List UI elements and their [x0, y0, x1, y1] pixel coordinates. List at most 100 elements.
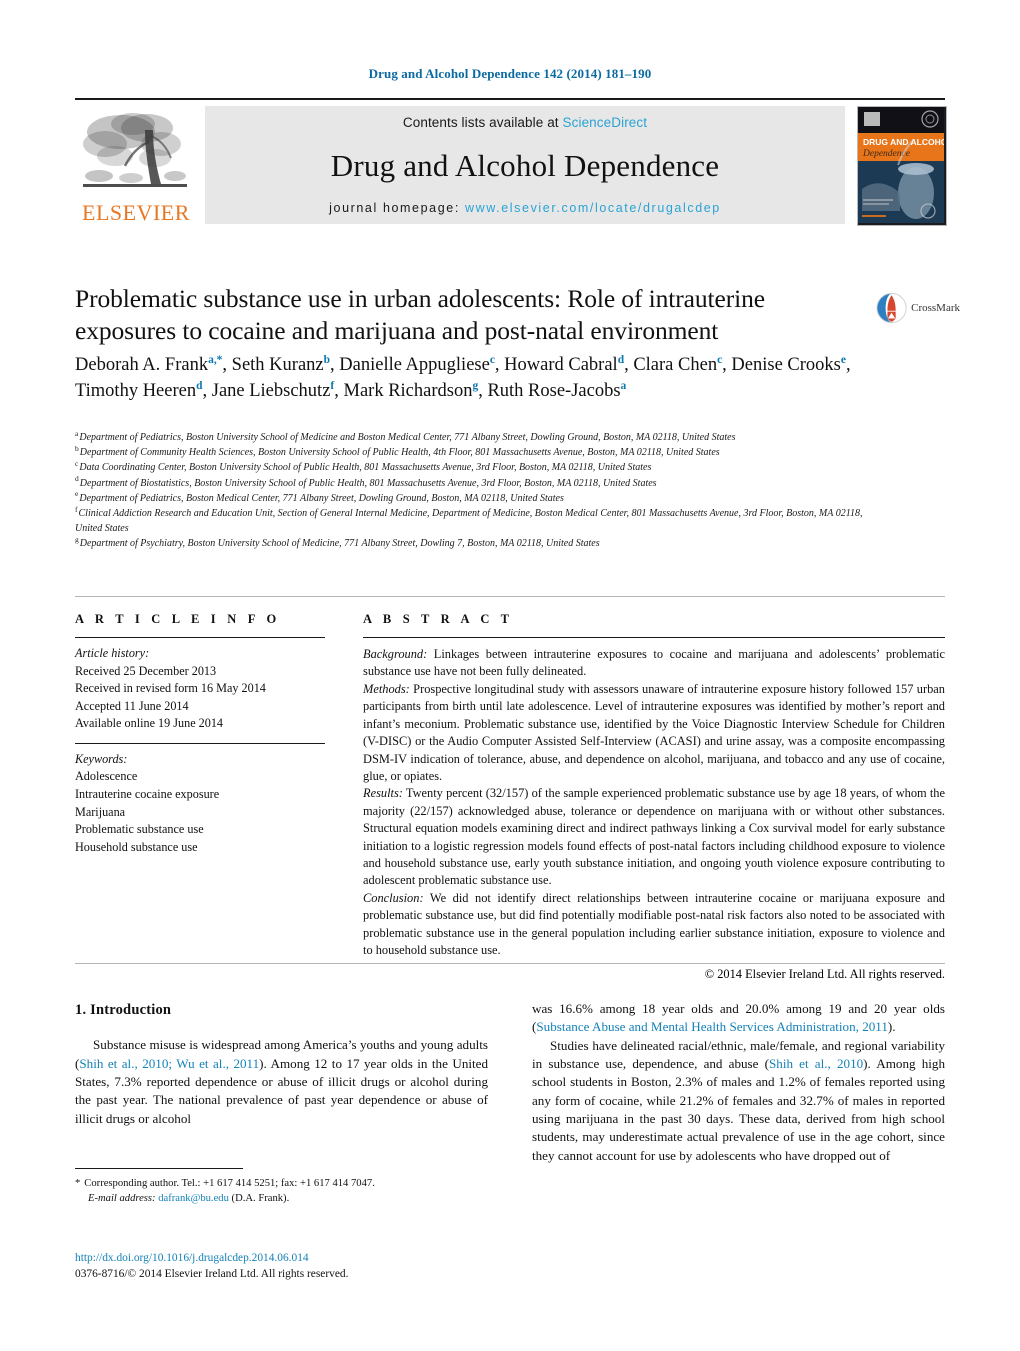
contents-lists-label: Contents lists available at [402, 115, 563, 130]
author-name: Danielle Appugliese [339, 355, 490, 375]
footnote-rule [75, 1168, 243, 1169]
keyword-item: Intrauterine cocaine exposure [75, 786, 220, 801]
abstract-section: Results: Twenty percent (32/157) of the … [363, 785, 945, 890]
author-affiliation-mark: g [472, 380, 479, 393]
article-info-heading: A R T I C L E I N F O [75, 612, 281, 626]
contents-lists-line: Contents lists available at ScienceDirec… [403, 115, 647, 130]
citation-link[interactable]: Substance Abuse and Mental Health Servic… [536, 1019, 888, 1034]
keywords-block: Keywords: Adolescence Intrauterine cocai… [75, 751, 325, 856]
author-name: Deborah A. Frank [75, 355, 209, 375]
abstract-section-label: Conclusion: [363, 890, 424, 905]
footnote-corresponding-text: Corresponding author. Tel.: +1 617 414 5… [84, 1178, 375, 1189]
citation-link[interactable]: Shih et al., 2010; Wu et al., 2011 [79, 1056, 259, 1071]
author-affiliation-mark: a,* [208, 353, 223, 366]
elsevier-wordmark: ELSEVIER [82, 200, 190, 225]
email-label: E-mail address: [88, 1193, 156, 1205]
doi-link[interactable]: http://dx.doi.org/10.1016/j.drugalcdep.2… [75, 1250, 575, 1266]
journal-cover-image: DRUG AND ALCOHOL Dependence [858, 107, 946, 223]
abstract-block: A B S T R A C T Background: Linkages bet… [363, 612, 945, 982]
elsevier-logo: ELSEVIER [75, 106, 195, 224]
author-list: Deborah A. Franka,*, Seth Kuranzb, Danie… [75, 353, 851, 402]
section-heading-introduction: 1. Introduction [75, 1002, 172, 1018]
author-name: Seth Kuranz [231, 355, 324, 375]
abstract-section-label: Background: [363, 647, 428, 661]
header-top-rule [75, 98, 945, 100]
corresponding-author-footnote: * Corresponding author. Tel.: +1 617 414 … [75, 1176, 495, 1207]
author-affiliation-mark: c [489, 353, 495, 366]
intro-paragraph-1-cont: was 16.6% among 18 year olds and 20.0% a… [532, 1000, 945, 1037]
journal-title: Drug and Alcohol Dependence [330, 148, 720, 183]
affiliation-item: dDepartment of Biostatistics, Boston Uni… [75, 474, 657, 489]
issn-copyright-line: 0376-8716/© 2014 Elsevier Ireland Ltd. A… [75, 1268, 349, 1281]
intro-p1-cont-text-b: ). [887, 1019, 896, 1035]
journal-banner: Contents lists available at ScienceDirec… [205, 106, 845, 224]
abstract-body: Background: Linkages between intrauterin… [363, 646, 945, 960]
author-name: Jane Liebschutz [211, 381, 331, 402]
info-section-bottom-rule [75, 963, 945, 964]
affiliation-mark: d [75, 474, 79, 484]
abstract-section-label: Results: [363, 786, 403, 801]
abstract-rule [363, 637, 945, 638]
doi-block: http://dx.doi.org/10.1016/j.drugalcdep.2… [75, 1250, 575, 1283]
crossmark-badge[interactable]: CrossMark [876, 286, 960, 330]
article-info-rule [75, 637, 325, 638]
sciencedirect-link[interactable]: ScienceDirect [563, 115, 648, 130]
affiliation-mark: e [75, 489, 79, 499]
running-head: Drug and Alcohol Dependence 142 (2014) 1… [368, 66, 652, 81]
footnote-line-2: E-mail address: dafrank@bu.edu (D.A. Fra… [75, 1191, 495, 1206]
keyword-item: Problematic substance use [75, 822, 204, 837]
affiliation-item: eDepartment of Pediatrics, Boston Medica… [75, 489, 564, 504]
keyword-item: Marijuana [75, 804, 126, 819]
affiliation-mark: f [75, 504, 78, 514]
article-history: Article history: Received 25 December 20… [75, 645, 325, 733]
intro-paragraph-1: Substance misuse is widespread among Ame… [75, 1036, 488, 1128]
email-link[interactable]: dafrank@bu.edu [158, 1193, 229, 1204]
abstract-section-text: Twenty percent (32/157) of the sample ex… [363, 786, 945, 888]
journal-homepage-url[interactable]: www.elsevier.com/locate/drugalcdep [465, 201, 721, 215]
intro-paragraph-2: Studies have delineated racial/ethnic, m… [532, 1037, 945, 1165]
journal-cover-thumbnail[interactable]: DRUG AND ALCOHOL Dependence [857, 106, 947, 226]
affiliation-mark: g [75, 534, 79, 544]
author-affiliation-mark: c [717, 353, 723, 366]
page-title: Problematic substance use in urban adole… [75, 284, 765, 345]
crossmark-icon [876, 292, 907, 324]
info-section-top-rule [75, 596, 945, 597]
author-affiliation-mark: f [330, 380, 335, 393]
author-name: Denise Crooks [731, 355, 841, 375]
abstract-copyright: © 2014 Elsevier Ireland Ltd. All rights … [704, 966, 945, 981]
svg-text:DRUG AND ALCOHOL: DRUG AND ALCOHOL [863, 137, 944, 147]
abstract-section: Methods: Prospective longitudinal study … [363, 681, 945, 786]
author-name: Howard Cabral [504, 355, 618, 375]
affiliation-mark: c [75, 459, 79, 469]
affiliation-list: aDepartment of Pediatrics, Boston Univer… [75, 428, 875, 552]
affiliation-item: fClinical Addiction Research and Educati… [75, 504, 863, 535]
author-affiliation-mark: a [620, 380, 627, 393]
citation-link[interactable]: Shih et al., 2010 [769, 1056, 863, 1071]
author-affiliation-mark: e [840, 353, 846, 366]
keyword-item: Adolescence [75, 769, 138, 784]
crossmark-label: CrossMark [911, 302, 960, 314]
article-history-item: Received 25 December 2013 [75, 663, 217, 678]
keywords-rule [75, 742, 325, 744]
article-history-item: Accepted 11 June 2014 [75, 698, 189, 713]
keyword-item: Household substance use [75, 839, 198, 854]
author-name: Timothy Heeren [75, 381, 197, 402]
abstract-section: Conclusion: We did not identify direct r… [363, 890, 945, 960]
affiliation-item: cData Coordinating Center, Boston Univer… [75, 459, 652, 474]
author-affiliation-mark: b [323, 353, 331, 366]
affiliation-item: aDepartment of Pediatrics, Boston Univer… [75, 428, 736, 443]
body-column-right: was 16.6% among 18 year olds and 20.0% a… [532, 1000, 945, 1165]
body-column-left: 1. Introduction Substance misuse is wide… [75, 1000, 488, 1128]
journal-homepage-label: journal homepage: [329, 201, 465, 215]
journal-header: ELSEVIER Contents lists available at Sci… [75, 98, 947, 226]
affiliation-mark: a [75, 428, 79, 438]
footnote-asterisk: * [75, 1178, 81, 1189]
affiliation-item: bDepartment of Community Health Sciences… [75, 443, 720, 459]
article-history-item: Received in revised form 16 May 2014 [75, 681, 266, 696]
article-history-item: Available online 19 June 2014 [75, 716, 224, 731]
abstract-section-text: We did not identify direct relationships… [363, 890, 945, 958]
author-affiliation-mark: d [617, 353, 625, 366]
article-history-label: Article history: [75, 646, 150, 660]
author-affiliation-mark: d [196, 380, 203, 393]
abstract-heading: A B S T R A C T [363, 612, 514, 626]
